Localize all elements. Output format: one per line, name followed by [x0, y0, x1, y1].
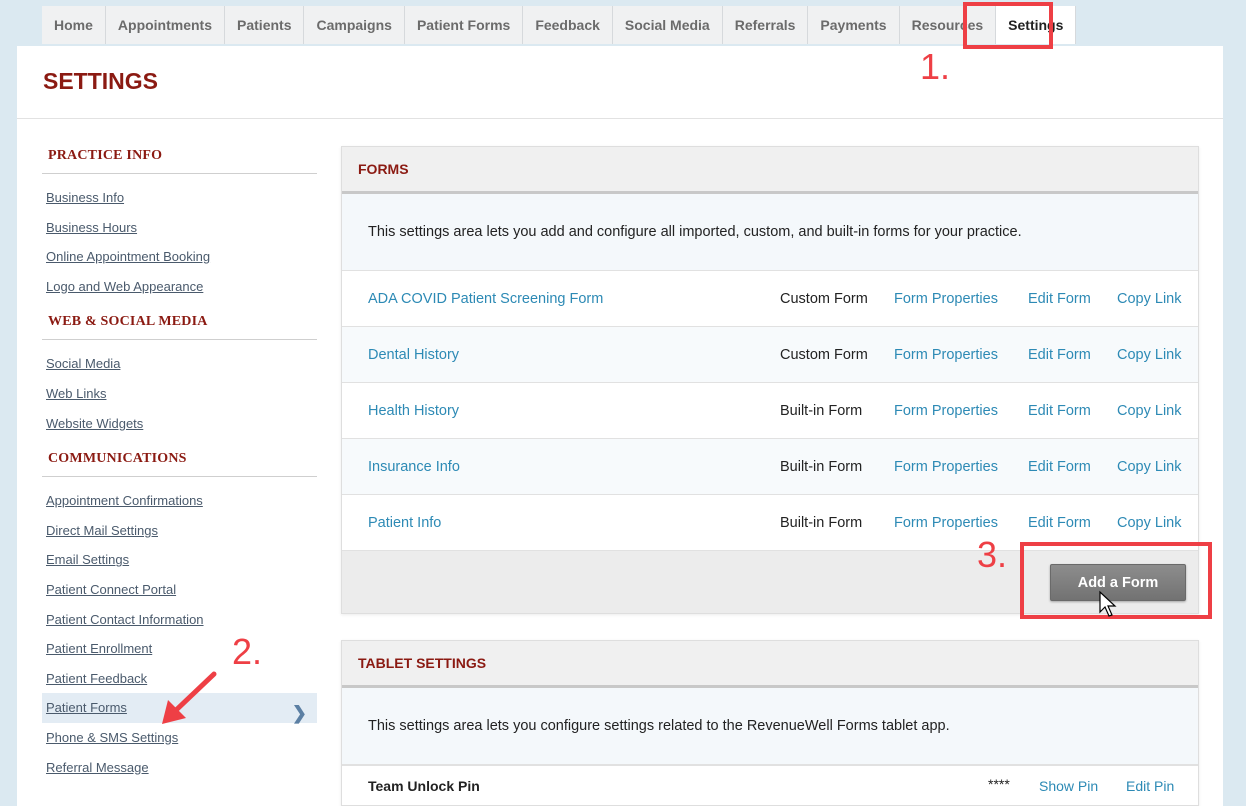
tab-patient-forms[interactable]: Patient Forms: [404, 6, 524, 44]
form-properties-link[interactable]: Form Properties: [894, 515, 998, 531]
tablet-settings-card: TABLET SETTINGS This settings area lets …: [341, 640, 1199, 806]
forms-list: ADA COVID Patient Screening Form Custom …: [342, 271, 1198, 551]
form-properties-link[interactable]: Form Properties: [894, 459, 998, 475]
edit-pin-link[interactable]: Edit Pin: [1126, 778, 1174, 794]
tablet-settings-heading: TABLET SETTINGS: [342, 641, 1198, 688]
sidebar-link-logo-web-appearance[interactable]: Logo and Web Appearance: [42, 272, 317, 302]
sidebar-heading-communications: COMMUNICATIONS: [42, 449, 317, 478]
team-unlock-pin-value: ****: [988, 776, 1010, 792]
team-unlock-pin-row: Team Unlock Pin **** Show Pin Edit Pin: [342, 765, 1198, 805]
form-type: Built-in Form: [780, 458, 863, 475]
form-row: Insurance Info Built-in Form Form Proper…: [342, 439, 1198, 495]
form-properties-link[interactable]: Form Properties: [894, 403, 998, 419]
sidebar-link-patient-enrollment[interactable]: Patient Enrollment: [42, 634, 317, 664]
tab-patients[interactable]: Patients: [225, 6, 305, 44]
tab-campaigns[interactable]: Campaigns: [304, 6, 405, 44]
team-unlock-pin-label: Team Unlock Pin: [368, 778, 480, 794]
form-type: Custom Form: [780, 346, 868, 363]
form-row: ADA COVID Patient Screening Form Custom …: [342, 271, 1198, 327]
edit-form-link[interactable]: Edit Form: [1028, 291, 1091, 307]
sidebar-link-business-hours[interactable]: Business Hours: [42, 213, 317, 243]
form-type: Built-in Form: [780, 402, 863, 419]
annotation-step-1: 1.: [920, 46, 951, 87]
sidebar-heading-web-social-media: WEB & SOCIAL MEDIA: [42, 312, 317, 341]
form-name-link[interactable]: Dental History: [368, 347, 459, 363]
sidebar-link-social-media[interactable]: Social Media: [42, 349, 317, 379]
sidebar-link-direct-mail-settings[interactable]: Direct Mail Settings: [42, 516, 317, 546]
edit-form-link[interactable]: Edit Form: [1028, 459, 1091, 475]
tab-home[interactable]: Home: [42, 6, 106, 44]
copy-link-link[interactable]: Copy Link: [1117, 291, 1181, 307]
chevron-right-icon: ❯: [291, 703, 307, 724]
sidebar-link-referral-message[interactable]: Referral Message: [42, 753, 317, 783]
annotation-arrow-icon: [162, 671, 217, 724]
forms-description: This settings area lets you add and conf…: [342, 194, 1198, 271]
sidebar-heading-practice-info: PRACTICE INFO: [42, 146, 317, 174]
form-type: Built-in Form: [780, 514, 863, 531]
sidebar-link-email-settings[interactable]: Email Settings: [42, 545, 317, 575]
copy-link-link[interactable]: Copy Link: [1117, 459, 1181, 475]
forms-heading: FORMS: [342, 147, 1198, 194]
tablet-settings-description: This settings area lets you configure se…: [342, 688, 1198, 765]
tab-payments[interactable]: Payments: [808, 6, 900, 44]
top-nav: Home Appointments Patients Campaigns Pat…: [42, 6, 1077, 44]
form-row: Health History Built-in Form Form Proper…: [342, 383, 1198, 439]
sidebar-link-web-links[interactable]: Web Links: [42, 379, 317, 409]
copy-link-link[interactable]: Copy Link: [1117, 347, 1181, 363]
page-title: SETTINGS: [43, 68, 159, 94]
sidebar-link-online-appointment-booking[interactable]: Online Appointment Booking: [42, 242, 317, 272]
form-properties-link[interactable]: Form Properties: [894, 347, 998, 363]
sidebar-link-patient-connect-portal[interactable]: Patient Connect Portal: [42, 575, 317, 605]
edit-form-link[interactable]: Edit Form: [1028, 403, 1091, 419]
form-name-link[interactable]: Health History: [368, 403, 459, 419]
show-pin-link[interactable]: Show Pin: [1039, 778, 1098, 794]
sidebar-link-label: Patient Forms: [46, 700, 127, 716]
form-properties-link[interactable]: Form Properties: [894, 291, 998, 307]
form-name-link[interactable]: Patient Info: [368, 515, 441, 531]
title-divider: [17, 118, 1223, 119]
copy-link-link[interactable]: Copy Link: [1117, 403, 1181, 419]
tab-referrals[interactable]: Referrals: [722, 6, 809, 44]
tab-social-media[interactable]: Social Media: [612, 6, 723, 44]
edit-form-link[interactable]: Edit Form: [1028, 515, 1091, 531]
sidebar-link-business-info[interactable]: Business Info: [42, 183, 317, 213]
sidebar-link-appointment-confirmations[interactable]: Appointment Confirmations: [42, 486, 317, 516]
mouse-cursor-icon: [1099, 590, 1117, 617]
sidebar-link-website-widgets[interactable]: Website Widgets: [42, 409, 317, 439]
form-name-link[interactable]: Insurance Info: [368, 459, 460, 475]
edit-form-link[interactable]: Edit Form: [1028, 347, 1091, 363]
tab-feedback[interactable]: Feedback: [523, 6, 613, 44]
copy-link-link[interactable]: Copy Link: [1117, 515, 1181, 531]
annotation-highlight-settings-tab: [963, 2, 1053, 49]
tab-appointments[interactable]: Appointments: [105, 6, 226, 44]
annotation-step-3: 3.: [977, 534, 1008, 575]
sidebar-link-phone-sms-settings[interactable]: Phone & SMS Settings: [42, 723, 317, 753]
annotation-step-2: 2.: [232, 631, 263, 672]
form-name-link[interactable]: ADA COVID Patient Screening Form: [368, 291, 603, 307]
form-type: Custom Form: [780, 290, 868, 307]
sidebar-link-patient-contact-information[interactable]: Patient Contact Information: [42, 605, 317, 635]
form-row: Dental History Custom Form Form Properti…: [342, 327, 1198, 383]
